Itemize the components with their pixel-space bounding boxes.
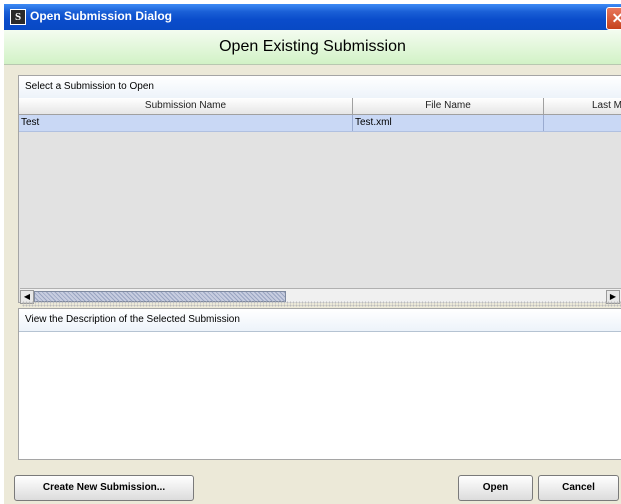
submission-list-label: Select a Submission to Open	[19, 76, 621, 99]
cell-submission-name[interactable]: Test	[19, 115, 353, 131]
table-header: Submission Name File Name Last M	[19, 98, 621, 115]
description-text-area[interactable]	[19, 332, 621, 459]
column-header-last-modified[interactable]: Last M	[544, 98, 621, 114]
close-button[interactable]: ✕	[606, 7, 621, 30]
description-label: View the Description of the Selected Sub…	[19, 309, 621, 332]
submission-list-panel: Select a Submission to Open Submission N…	[18, 75, 621, 304]
description-panel: View the Description of the Selected Sub…	[18, 308, 621, 460]
cell-file-name[interactable]: Test.xml	[353, 115, 544, 131]
create-new-submission-button[interactable]: Create New Submission...	[14, 475, 194, 501]
cell-last-modified[interactable]	[544, 115, 621, 131]
dialog-header: Open Existing Submission	[4, 30, 621, 65]
cancel-button[interactable]: Cancel	[538, 475, 619, 501]
split-divider[interactable]	[22, 301, 621, 307]
column-header-file-name[interactable]: File Name	[353, 98, 544, 114]
app-icon: S	[10, 9, 26, 25]
column-header-submission-name[interactable]: Submission Name	[19, 98, 353, 114]
open-button[interactable]: Open	[458, 475, 533, 501]
dialog-window: S Open Submission Dialog ✕ Open Existing…	[4, 4, 621, 504]
page-title: Open Existing Submission	[219, 38, 406, 55]
window-title: Open Submission Dialog	[30, 9, 173, 23]
title-bar[interactable]: S Open Submission Dialog ✕	[4, 4, 621, 30]
table-row[interactable]: Test Test.xml	[19, 115, 621, 132]
